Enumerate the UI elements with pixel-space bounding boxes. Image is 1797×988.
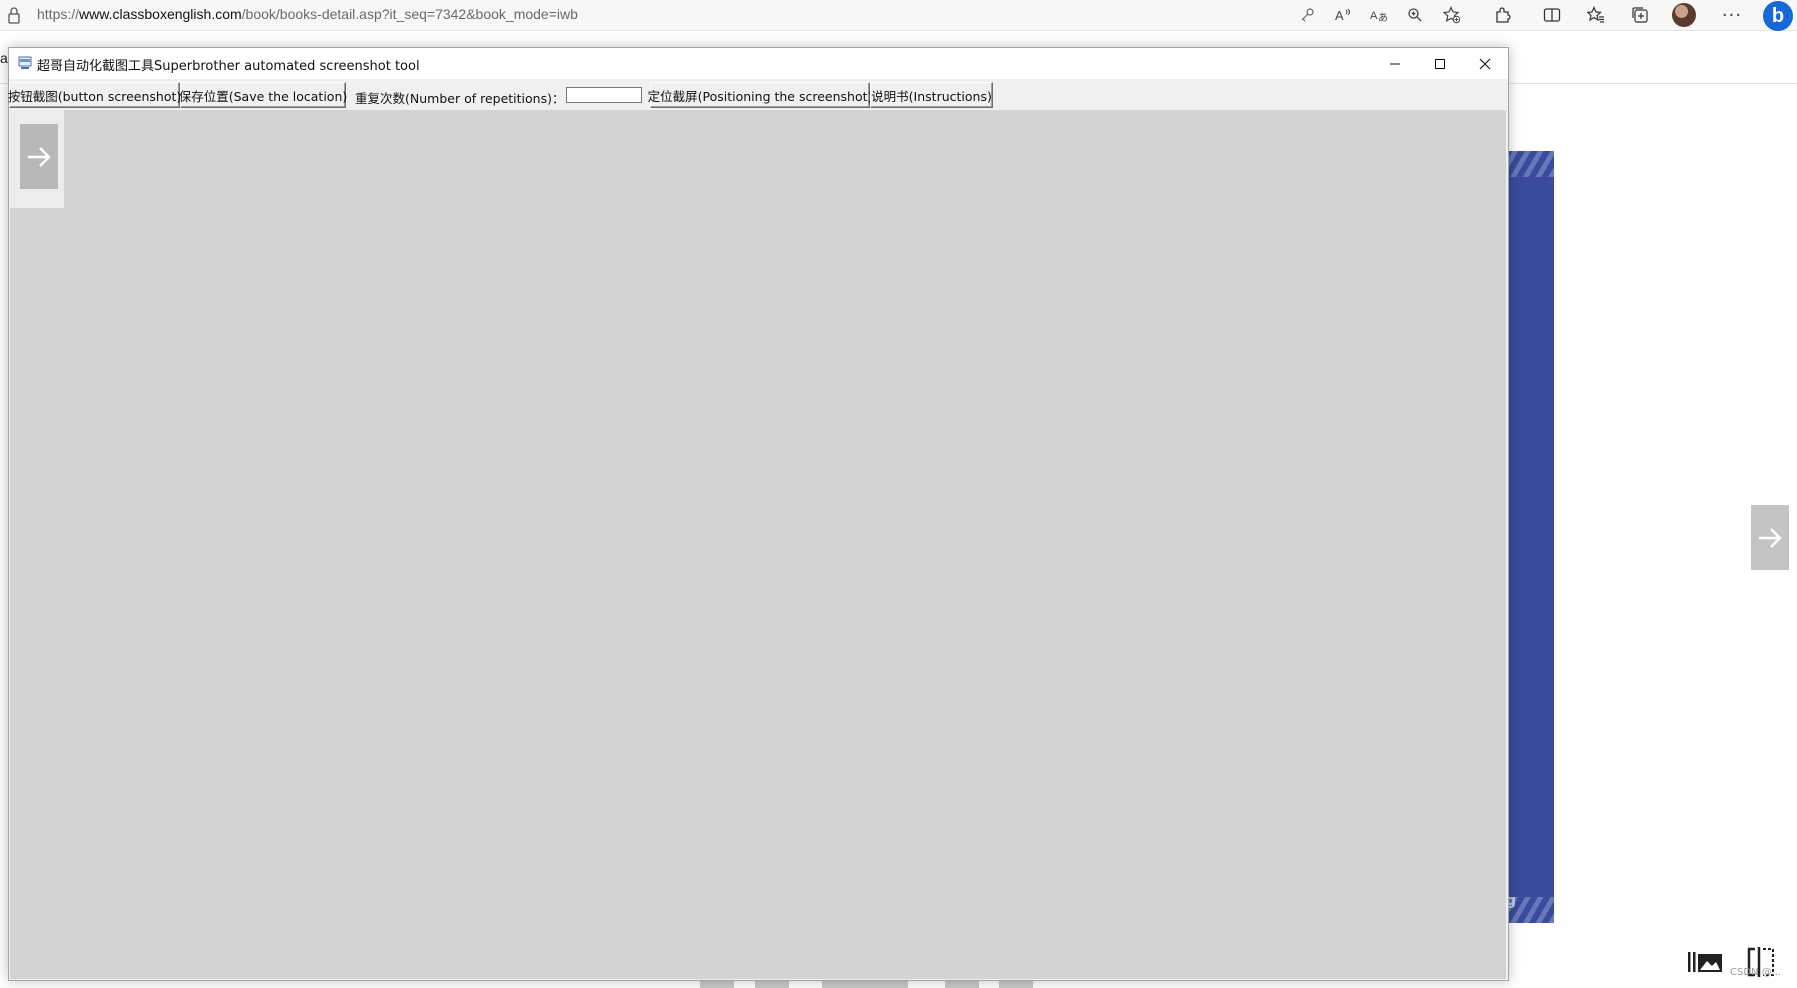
repetitions-input[interactable]	[566, 87, 642, 103]
zoom-icon[interactable]	[1403, 4, 1427, 26]
gallery-icon[interactable]	[1688, 950, 1724, 974]
url-path: /book/books-detail.asp?it_seq=7342&book_…	[241, 6, 578, 22]
bing-icon[interactable]: b	[1763, 1, 1793, 31]
screenshot-canvas[interactable]	[10, 110, 1506, 979]
profile-avatar[interactable]	[1672, 3, 1696, 27]
more-icon[interactable]: ···	[1720, 4, 1744, 26]
captured-preview	[10, 110, 64, 208]
password-key-icon[interactable]	[1295, 4, 1319, 26]
split-screen-icon[interactable]	[1540, 4, 1564, 26]
watermark: CSDN @...	[1730, 967, 1782, 978]
maximize-icon[interactable]	[1417, 48, 1463, 79]
page-side-text: a	[0, 50, 8, 66]
close-icon[interactable]	[1462, 48, 1508, 79]
positioning-screenshot-button[interactable]: 定位截屏(Positioning the screenshot)	[648, 82, 872, 108]
cover-stripes-top	[1506, 151, 1554, 177]
screenshot-tool-window: 超哥自动化截图工具Superbrother automated screensh…	[8, 47, 1509, 981]
extensions-icon[interactable]	[1491, 4, 1515, 26]
svg-text:A: A	[1335, 8, 1344, 23]
collections-icon[interactable]	[1628, 4, 1652, 26]
window-title: 超哥自动化截图工具Superbrother automated screensh…	[37, 59, 420, 74]
svg-text:あ: あ	[1378, 12, 1388, 23]
button-screenshot-button[interactable]: 按钮截图(button screenshot)	[8, 82, 181, 108]
preview-arrow-button	[20, 124, 58, 189]
read-aloud-icon[interactable]: A	[1331, 4, 1355, 26]
save-location-button[interactable]: 保存位置(Save the location)	[179, 82, 347, 108]
window-titlebar[interactable]: 超哥自动化截图工具Superbrother automated screensh…	[9, 48, 1508, 79]
address-url[interactable]: https://www.classboxenglish.com/book/boo…	[37, 6, 578, 22]
favorite-add-icon[interactable]	[1440, 4, 1464, 26]
next-page-button[interactable]	[1751, 505, 1789, 570]
browser-address-bar: https://www.classboxenglish.com/book/boo…	[0, 0, 1797, 31]
toolbar: 按钮截图(button screenshot) 保存位置(Save the lo…	[8, 79, 1508, 110]
svg-text:A: A	[1370, 10, 1378, 22]
repetitions-label: 重复次数(Number of repetitions)：	[355, 91, 565, 106]
instructions-button[interactable]: 说明书(Instructions)	[870, 82, 993, 108]
favorites-icon[interactable]	[1584, 4, 1608, 26]
url-scheme: https://	[37, 6, 80, 22]
url-host: www.classboxenglish.com	[79, 6, 242, 22]
lock-icon[interactable]	[6, 5, 22, 25]
app-icon	[18, 56, 32, 69]
book-cover: g	[1506, 151, 1554, 923]
translate-icon[interactable]: Aあ	[1367, 4, 1391, 26]
arrow-right-icon	[1759, 527, 1782, 548]
minimize-icon[interactable]	[1372, 48, 1418, 79]
arrow-right-icon	[28, 146, 51, 167]
